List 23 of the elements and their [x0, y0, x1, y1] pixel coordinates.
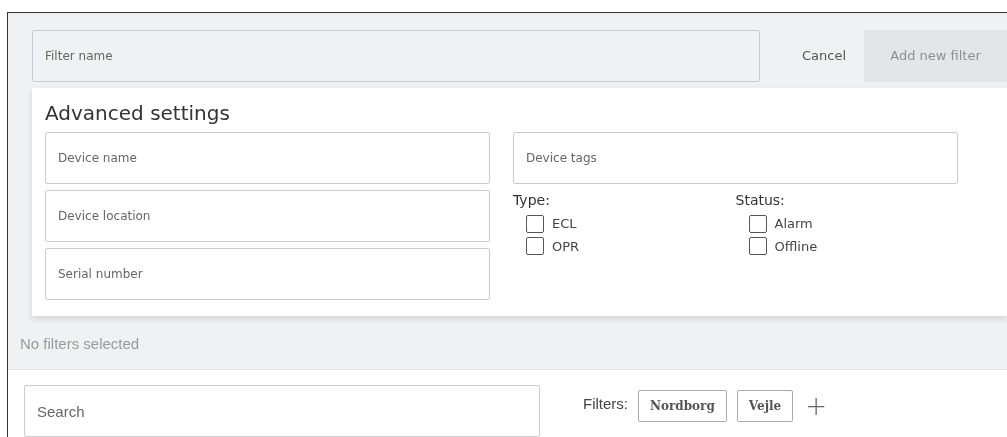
checkbox[interactable]	[526, 237, 544, 256]
section-title: Advanced settings	[45, 100, 231, 127]
checkbox[interactable]	[526, 214, 544, 233]
checkbox[interactable]	[748, 237, 767, 256]
checkbox-label: Offline	[774, 237, 818, 256]
add-filter-button[interactable]: +	[799, 393, 833, 419]
checkbox-label: Alarm	[774, 215, 813, 233]
checkbox[interactable]	[748, 214, 767, 233]
text-field[interactable]: Device location	[45, 190, 490, 242]
text-field[interactable]: Device name	[45, 132, 490, 184]
filters-label: Filters:	[583, 393, 628, 414]
cancel-button[interactable]: Cancel	[790, 30, 859, 82]
checkbox-label: ECL	[552, 215, 577, 233]
empty-message: No filters selected	[19, 334, 141, 354]
filter-chip[interactable]: Vejle	[736, 390, 794, 422]
checkbox-label: OPR	[552, 237, 580, 256]
text-field[interactable]: Serial number	[45, 248, 490, 300]
group-label: Status:	[735, 191, 786, 210]
tags-field[interactable]: Device tags	[513, 132, 958, 184]
search-field[interactable]: Search	[24, 385, 540, 437]
group-label: Type:	[513, 191, 551, 210]
filter-chip[interactable]: Nordborg	[638, 390, 727, 422]
filter-name-field[interactable]: Filter name	[32, 30, 760, 82]
